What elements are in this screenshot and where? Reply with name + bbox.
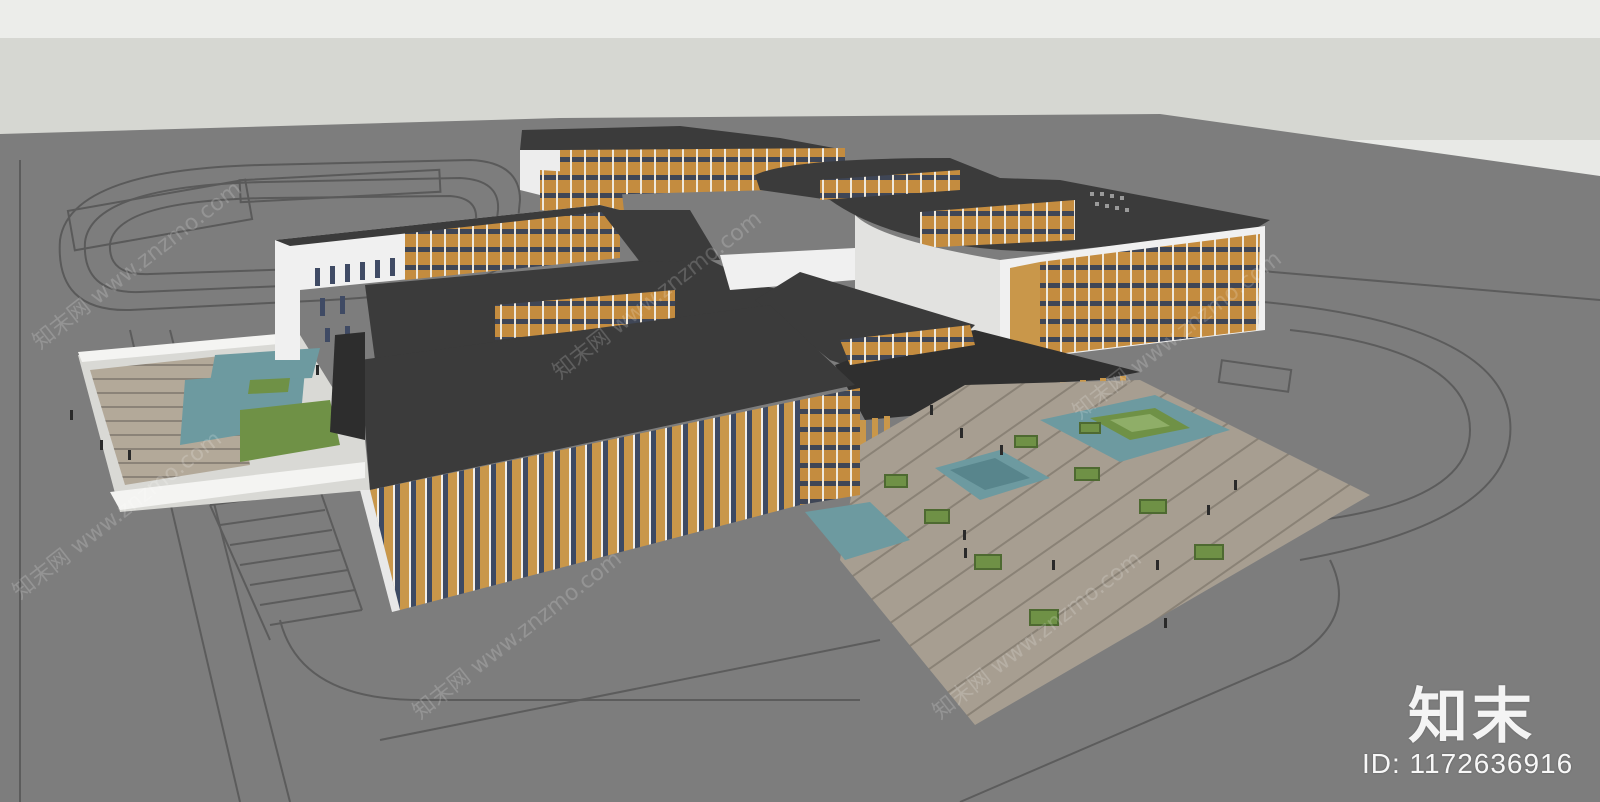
campus-3d-model-rendering: 知末网 www.znzmo.com 知末网 www.znzmo.com 知末网 … [0, 0, 1600, 802]
watermark-brand: 知末 [1408, 682, 1536, 752]
watermark-id: ID: 1172636916 [1362, 748, 1574, 779]
